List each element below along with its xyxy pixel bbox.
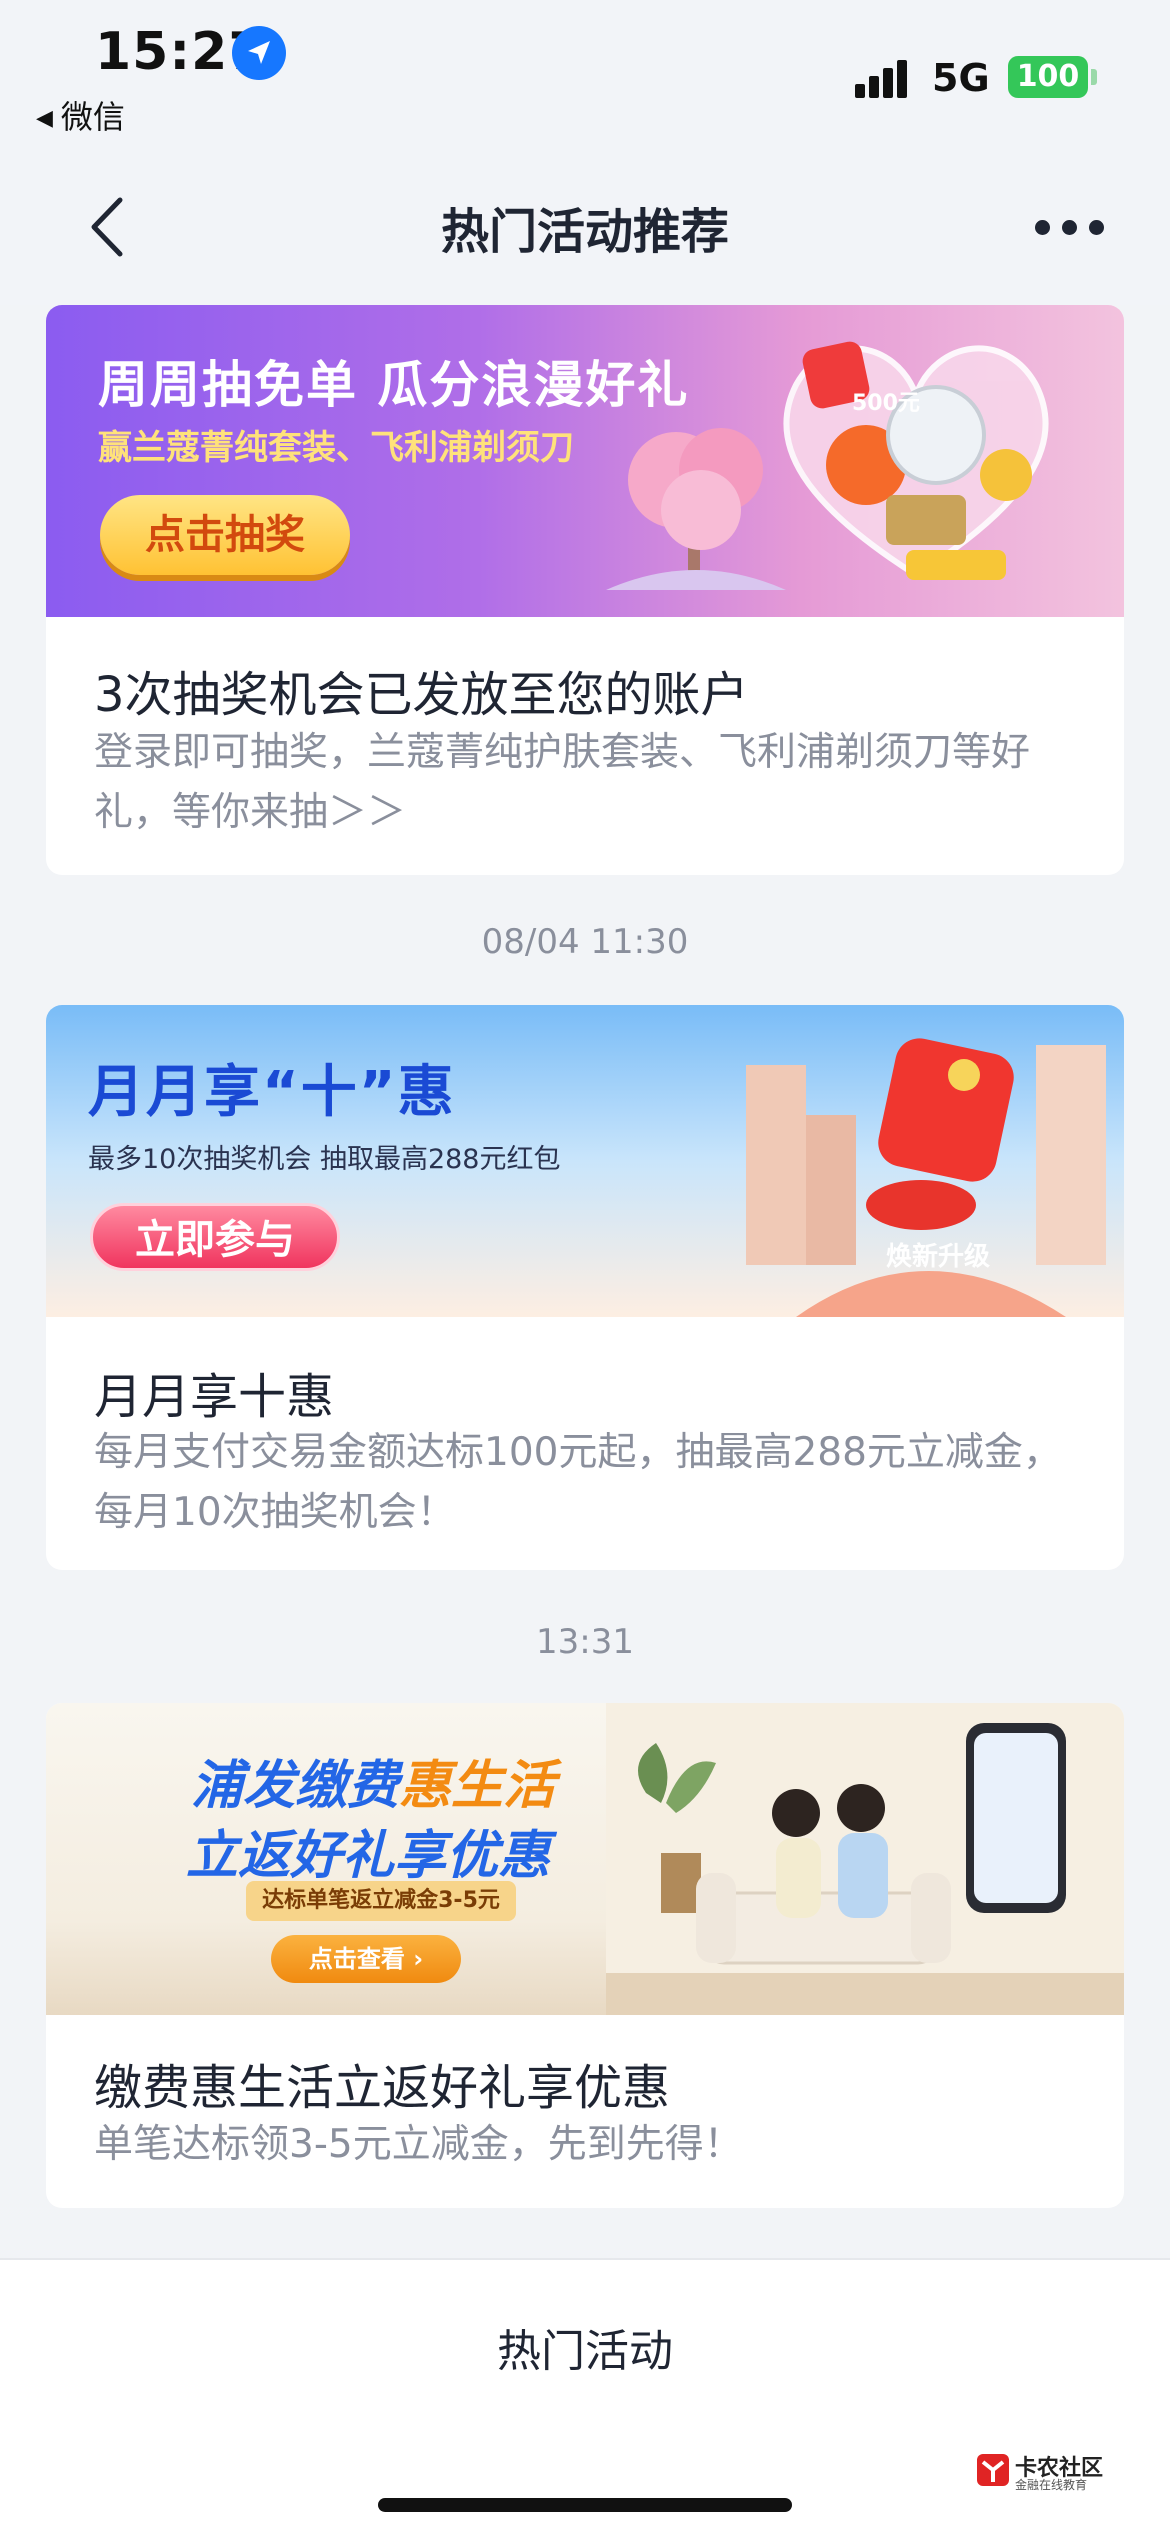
activity-banner[interactable]: 浦发缴费惠生活 立返好礼享优惠 达标单笔返立减金3-5元 点击查看 › <box>46 1703 1124 2015</box>
join-now-button[interactable]: 立即参与 <box>90 1203 340 1271</box>
banner-headline-line2: 立返好礼享优惠 <box>186 1826 551 1886</box>
nav-bar: 热门活动推荐 <box>0 150 1170 305</box>
watermark: 卡农社区 金融在线教育 <box>975 2450 1155 2494</box>
activity-card[interactable]: 浦发缴费惠生活 立返好礼享优惠 达标单笔返立减金3-5元 点击查看 › 缴费惠生… <box>46 1703 1124 2208</box>
couple-sofa-illustration <box>606 1703 1124 2015</box>
activity-card[interactable]: 月月享“十”惠 最多10次抽奖机会 抽取最高288元红包 立即参与 焕新升级 月… <box>46 1005 1124 1570</box>
back-app-label: 微信 <box>60 98 125 136</box>
message-timestamp: 13:31 <box>536 1622 634 1662</box>
activity-banner[interactable]: 月月享“十”惠 最多10次抽奖机会 抽取最高288元红包 立即参与 焕新升级 <box>46 1005 1124 1317</box>
message-timestamp: 08/04 11:30 <box>481 922 689 962</box>
banner-headline-line1: 浦发缴费惠生活 <box>191 1743 555 1818</box>
banner-tag: 达标单笔返立减金3-5元 <box>246 1881 516 1921</box>
more-options-icon[interactable] <box>1035 212 1105 242</box>
gift-heart-illustration: 500元 <box>783 341 1049 580</box>
activity-card[interactable]: 周周抽免单 瓜分浪漫好礼 赢兰蔻菁纯套装、飞利浦剃须刀 点击抽奖 500元 3次… <box>46 305 1124 875</box>
headline-part: 浦发缴费 <box>191 1756 400 1816</box>
red-envelope-city-illustration: 焕新升级 <box>746 1038 1106 1317</box>
coin-label: 500元 <box>852 391 920 416</box>
status-bar: 15:27 ◀ 微信 5G 100 <box>0 0 1170 150</box>
page-title: 热门活动推荐 <box>440 204 729 260</box>
card-title: 缴费惠生活立返好礼享优惠 <box>94 2060 671 2116</box>
back-to-app-link[interactable]: ◀ 微信 <box>36 92 125 138</box>
activity-banner[interactable]: 周周抽免单 瓜分浪漫好礼 赢兰蔻菁纯套装、飞利浦剃须刀 点击抽奖 500元 <box>46 305 1124 617</box>
card-description: 登录即可抽奖，兰蔻菁纯护肤套装、飞利浦剃须刀等好礼，等你来抽＞＞ <box>94 730 1031 835</box>
home-indicator[interactable] <box>378 2498 792 2512</box>
battery-icon: 100 <box>1008 56 1088 98</box>
card-description: 每月支付交易金额达标100元起，抽最高288元立减金，每月10次抽奖机会！ <box>94 1430 1062 1535</box>
card-title: 月月享十惠 <box>94 1369 335 1425</box>
banner-subline: 赢兰蔻菁纯套装、飞利浦剃须刀 <box>98 428 574 468</box>
watermark-sub: 金融在线教育 <box>1015 2478 1088 2492</box>
headline-highlight: 惠生活 <box>399 1756 556 1816</box>
network-type: 5G <box>932 56 990 100</box>
banner-headline: 周周抽免单 瓜分浪漫好礼 <box>98 356 690 414</box>
draw-lottery-button[interactable]: 点击抽奖 <box>100 495 350 575</box>
card-title: 3次抽奖机会已发放至您的账户 <box>94 667 749 723</box>
cherry-tree-illustration <box>606 428 786 590</box>
watermark-logo-icon <box>977 2454 1009 2486</box>
renewal-sign-text: 焕新升级 <box>886 1241 990 1272</box>
cellular-signal-icon <box>855 58 915 98</box>
location-arrow-icon <box>232 26 286 80</box>
view-details-button[interactable]: 点击查看 › <box>271 1935 461 1983</box>
battery-tip <box>1091 69 1097 85</box>
tab-hot-activities[interactable]: 热门活动 <box>0 2315 1170 2379</box>
banner-headline: 月月享“十”惠 <box>88 1060 456 1125</box>
banner-subline: 最多10次抽奖机会 抽取最高288元红包 <box>88 1144 561 1175</box>
card-description: 单笔达标领3-5元立减金，先到先得！ <box>94 2122 743 2167</box>
bottom-menu: 热门活动 卡农社区 金融在线教育 <box>0 2258 1170 2532</box>
back-triangle-icon: ◀ <box>36 106 53 131</box>
